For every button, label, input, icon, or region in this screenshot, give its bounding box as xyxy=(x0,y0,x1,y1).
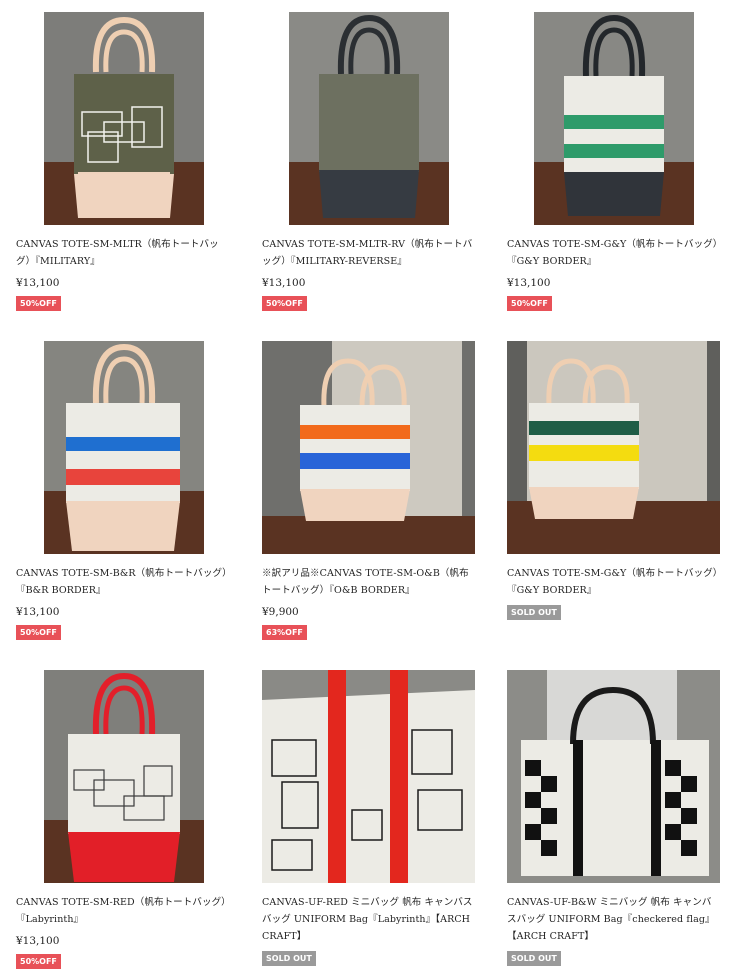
product-image[interactable] xyxy=(262,670,475,883)
product-image[interactable] xyxy=(44,12,204,225)
discount-badge: 50%OFF xyxy=(16,296,61,311)
product-price: ¥13,100 xyxy=(16,277,60,289)
product-image[interactable] xyxy=(507,670,720,883)
product-card[interactable]: CANVAS-UF-B&W ミニバッグ 帆布 キャンバスバッグ UNIFORM … xyxy=(507,670,727,966)
product-card[interactable]: CANVAS TOTE-SM-MLTR（帆布トートバッグ）『MILITARY』 … xyxy=(16,12,236,311)
product-image[interactable] xyxy=(534,12,694,225)
product-price: ¥13,100 xyxy=(16,606,60,618)
product-image[interactable] xyxy=(44,341,204,554)
discount-badge: 63%OFF xyxy=(262,625,307,640)
discount-badge: 50%OFF xyxy=(16,625,61,640)
product-image[interactable] xyxy=(262,341,475,554)
product-card[interactable]: CANVAS TOTE-SM-MLTR-RV（帆布トートバッグ）『MILITAR… xyxy=(262,12,482,311)
product-card[interactable]: CANVAS TOTE-SM-B&R（帆布トートバッグ）『B&R BORDER』… xyxy=(16,341,236,640)
product-title[interactable]: CANVAS TOTE-SM-MLTR-RV（帆布トートバッグ）『MILITAR… xyxy=(262,236,474,270)
soldout-badge: SOLD OUT xyxy=(507,605,561,620)
soldout-badge: SOLD OUT xyxy=(507,951,561,966)
product-title[interactable]: CANVAS-UF-B&W ミニバッグ 帆布 キャンバスバッグ UNIFORM … xyxy=(507,894,719,945)
discount-badge: 50%OFF xyxy=(262,296,307,311)
product-price: ¥13,100 xyxy=(16,935,60,947)
product-price: ¥13,100 xyxy=(507,277,551,289)
product-grid: CANVAS TOTE-SM-MLTR（帆布トートバッグ）『MILITARY』 … xyxy=(0,0,736,979)
product-card[interactable]: CANVAS TOTE-SM-RED（帆布トートバッグ）『Labyrinth』 … xyxy=(16,670,236,969)
discount-badge: 50%OFF xyxy=(507,296,552,311)
product-image[interactable] xyxy=(44,670,204,883)
product-title[interactable]: CANVAS TOTE-SM-MLTR（帆布トートバッグ）『MILITARY』 xyxy=(16,236,228,270)
product-title[interactable]: ※訳アリ品※CANVAS TOTE-SM-O&B（帆布トートバッグ）『O&B B… xyxy=(262,565,474,599)
product-title[interactable]: CANVAS-UF-RED ミニバッグ 帆布 キャンバスバッグ UNIFORM … xyxy=(262,894,474,945)
discount-badge: 50%OFF xyxy=(16,954,61,969)
product-card[interactable]: CANVAS TOTE-SM-G&Y（帆布トートバッグ）『G&Y BORDER』… xyxy=(507,341,727,620)
product-image[interactable] xyxy=(289,12,449,225)
product-image[interactable] xyxy=(507,341,720,554)
product-card[interactable]: ※訳アリ品※CANVAS TOTE-SM-O&B（帆布トートバッグ）『O&B B… xyxy=(262,341,482,640)
product-card[interactable]: CANVAS-UF-RED ミニバッグ 帆布 キャンバスバッグ UNIFORM … xyxy=(262,670,482,966)
product-price: ¥13,100 xyxy=(262,277,306,289)
product-title[interactable]: CANVAS TOTE-SM-B&R（帆布トートバッグ）『B&R BORDER』 xyxy=(16,565,228,599)
product-price: ¥9,900 xyxy=(262,606,299,618)
soldout-badge: SOLD OUT xyxy=(262,951,316,966)
product-title[interactable]: CANVAS TOTE-SM-RED（帆布トートバッグ）『Labyrinth』 xyxy=(16,894,228,928)
product-title[interactable]: CANVAS TOTE-SM-G&Y（帆布トートバッグ）『G&Y BORDER』 xyxy=(507,565,719,599)
product-card[interactable]: CANVAS TOTE-SM-G&Y（帆布トートバッグ）『G&Y BORDER』… xyxy=(507,12,727,311)
product-title[interactable]: CANVAS TOTE-SM-G&Y（帆布トートバッグ）『G&Y BORDER』 xyxy=(507,236,719,270)
